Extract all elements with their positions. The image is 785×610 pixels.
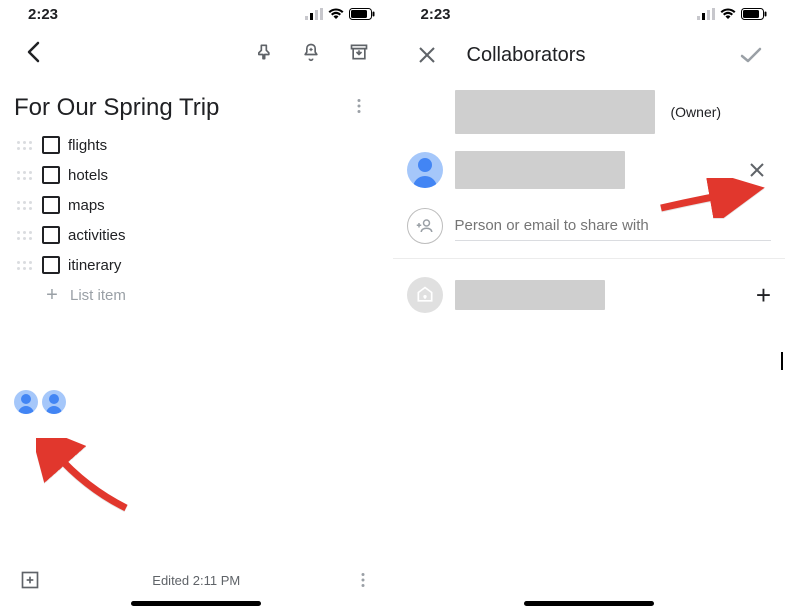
top-actions [0,28,393,76]
collaborators-list: (Owner) + [393,82,785,323]
list-item: hotels [14,160,379,190]
family-group-icon [407,277,443,313]
avatar [42,390,66,414]
collaborator-row [393,142,785,198]
drag-handle-icon[interactable] [14,195,34,215]
more-vert-icon [351,98,367,114]
status-bar: 2:23 [393,0,785,28]
list-item: flights [14,130,379,160]
footer-menu-button[interactable] [347,560,379,600]
drag-handle-icon[interactable] [14,165,34,185]
collaborators-title: Collaborators [461,44,718,67]
redacted-family-group-name [455,280,605,310]
item-label[interactable]: hotels [68,167,379,184]
avatar [407,152,443,188]
collaborators-screen: 2:23 Collaborators (Owner) [393,0,785,610]
family-group-row[interactable]: + [393,267,785,323]
drag-handle-icon[interactable] [14,225,34,245]
close-icon [749,162,765,178]
owner-row: (Owner) [393,82,785,142]
add-person-icon [407,208,443,244]
annotation-arrow-avatars [36,438,146,518]
checkbox[interactable] [42,256,60,274]
list-item: activities [14,220,379,250]
divider [393,258,785,259]
status-time: 2:23 [421,6,451,23]
battery-icon [741,8,767,20]
more-vert-icon [355,572,371,588]
note-screen: 2:23 For Our Spring Trip [0,0,393,610]
list-item: itinerary [14,250,379,280]
pin-icon [253,42,273,62]
reminder-button[interactable] [291,32,331,72]
item-label[interactable]: maps [68,197,379,214]
cellular-icon [697,8,715,20]
archive-icon [349,42,369,62]
redacted-owner-name [455,90,655,134]
cellular-icon [305,8,323,20]
confirm-button[interactable] [731,35,771,75]
close-button[interactable] [407,35,447,75]
add-content-button[interactable] [14,560,46,600]
archive-button[interactable] [339,32,379,72]
list-item: maps [14,190,379,220]
status-time: 2:23 [28,6,58,23]
item-label[interactable]: flights [68,137,379,154]
add-collaborator-row [393,198,785,254]
status-bar: 2:23 [0,0,393,28]
plus-box-icon [20,570,40,590]
drag-handle-icon[interactable] [14,255,34,275]
add-family-group-button[interactable]: + [756,280,771,311]
check-icon [740,46,762,64]
avatar [14,390,38,414]
remove-collaborator-button[interactable] [743,150,771,190]
back-button[interactable] [14,32,54,72]
chevron-left-icon [25,41,43,63]
home-indicator[interactable] [131,601,261,606]
item-label[interactable]: activities [68,227,379,244]
close-icon [418,46,436,64]
owner-label: (Owner) [671,104,722,120]
checkbox[interactable] [42,226,60,244]
drag-handle-icon[interactable] [14,135,34,155]
title-row: For Our Spring Trip [0,76,393,130]
bell-plus-icon [301,41,321,63]
edited-label: Edited 2:11 PM [46,573,347,588]
battery-icon [349,8,375,20]
checkbox[interactable] [42,136,60,154]
pin-button[interactable] [243,32,283,72]
redacted-collaborator-name [455,151,625,189]
plus-icon: + [42,284,62,307]
add-collaborator-input[interactable] [455,211,772,241]
collaborator-avatars[interactable] [0,390,393,414]
status-icons [305,8,375,20]
collaborators-header: Collaborators [393,28,785,82]
new-item-placeholder: List item [70,287,126,304]
checklist: flights hotels maps activities itinerary [0,130,393,310]
title-menu-button[interactable] [339,98,379,119]
text-cursor [781,352,783,370]
wifi-icon [720,8,736,20]
checkbox[interactable] [42,196,60,214]
new-item-row[interactable]: + List item [14,280,379,310]
checkbox[interactable] [42,166,60,184]
status-icons [697,8,767,20]
home-indicator[interactable] [524,601,654,606]
wifi-icon [328,8,344,20]
note-title[interactable]: For Our Spring Trip [14,94,339,122]
item-label[interactable]: itinerary [68,257,379,274]
